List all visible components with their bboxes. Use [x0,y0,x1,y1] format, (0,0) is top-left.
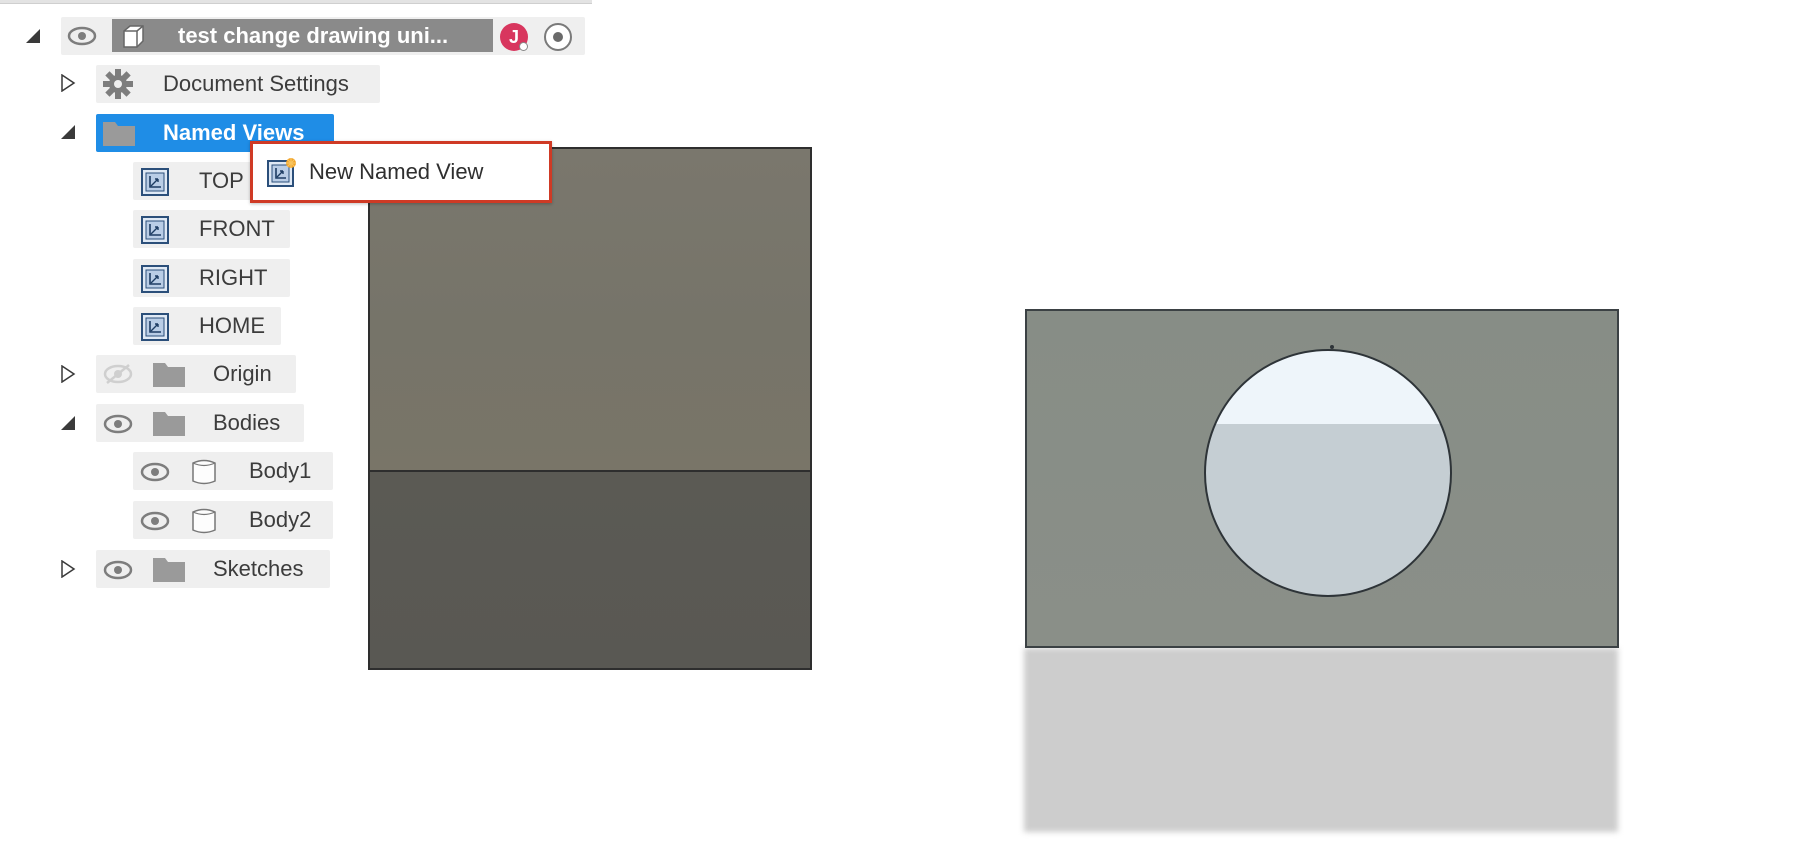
plate-hole[interactable] [1204,349,1452,597]
sketches-expand-toggle[interactable] [60,560,76,578]
document-settings-expand-toggle[interactable] [60,74,76,92]
activate-radio-icon[interactable] [544,23,572,51]
tree-item-label: Body1 [249,458,312,483]
body-icon [189,457,219,487]
named-view-icon [140,264,170,294]
eye-icon[interactable] [67,24,97,48]
named-views-collapse-toggle[interactable] [60,124,76,140]
plate-shadow [1024,648,1618,832]
tree-item-label: Bodies [213,410,281,435]
tree-item-label: RIGHT [199,265,268,290]
component-icon [118,21,148,51]
eye-icon[interactable] [138,460,172,484]
triangle-expanded-icon [61,416,75,430]
triangle-expanded-icon [61,125,75,139]
new-named-view-menu-item[interactable]: New Named View [267,156,483,188]
gear-icon [101,67,135,101]
folder-icon [151,554,187,584]
context-menu: New Named View [250,141,552,203]
eye-icon[interactable] [101,558,135,582]
folder-icon [151,359,187,389]
hole-center-marker [1330,345,1334,349]
tree-item-label: Document Settings [163,71,349,96]
triangle-collapsed-icon [61,365,76,383]
tree-item-label: Origin [213,361,272,386]
eye-icon[interactable] [101,412,135,436]
named-view-icon [140,312,170,342]
triangle-collapsed-icon [61,560,76,578]
menu-item-label: New Named View [309,159,484,184]
named-view-icon [140,215,170,245]
bodies-collapse-toggle[interactable] [60,415,76,431]
tree-item-label: FRONT [199,216,275,241]
root-collapse-toggle[interactable] [25,28,41,44]
eye-icon[interactable] [138,509,172,533]
root-title: test change drawing uni... [178,23,449,48]
triangle-expanded-icon [26,29,40,43]
model-body-lower-face[interactable] [368,470,812,670]
avatar-status-dot [519,42,528,51]
eye-hidden-icon[interactable] [101,362,135,386]
tree-item-label: Body2 [249,507,312,532]
tree-item-label: Sketches [213,556,304,581]
origin-expand-toggle[interactable] [60,365,76,383]
new-named-view-icon [267,157,297,187]
body-icon [189,506,219,536]
folder-icon [151,408,187,438]
folder-icon [101,117,137,149]
top-divider [0,0,592,4]
tree-item-label: HOME [199,313,265,338]
tree-item-label: TOP [199,168,244,193]
triangle-collapsed-icon [61,74,76,92]
named-view-icon [140,167,170,197]
